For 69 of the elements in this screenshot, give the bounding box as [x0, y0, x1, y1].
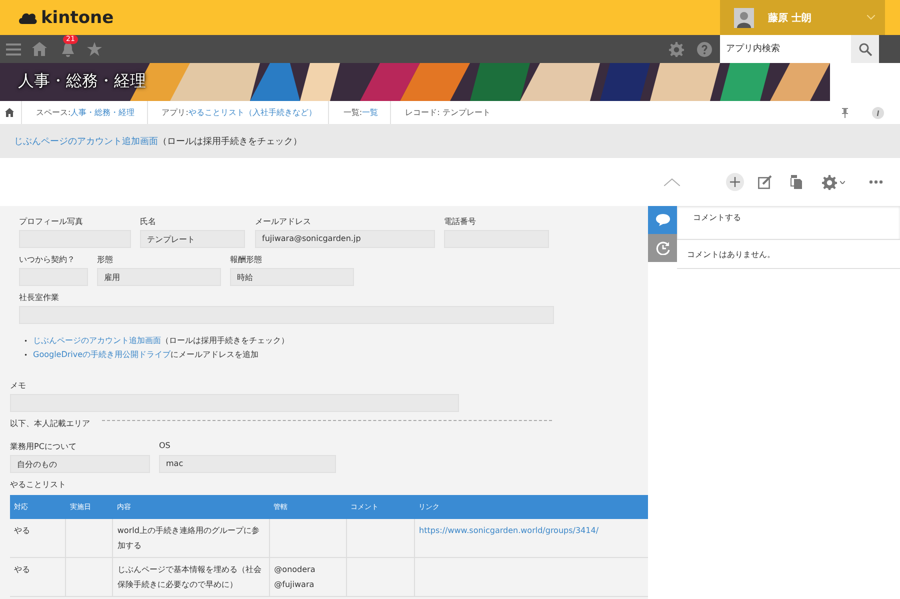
table-link[interactable]: https://www.sonicgarden.world/groups/3414/ — [419, 526, 599, 535]
record-title: じぶんページのアカウント追加画面（ロールは採用手続きをチェック） — [14, 136, 302, 148]
chevron-down-icon — [867, 15, 875, 20]
table-cell: じぶんページで基本情報を埋める（社会保険手続きに必要なので早めに） — [112, 558, 270, 596]
field-label: いつから契約？ — [19, 254, 76, 266]
search-field[interactable]: アプリ内検索 — [720, 35, 851, 63]
history-icon — [656, 241, 670, 255]
table-cell: やる — [10, 558, 66, 596]
table-cell: @onodera @fujiwara — [270, 558, 347, 596]
speech-bubble-icon — [656, 214, 670, 226]
breadcrumb-label: レコード: テンプレート — [405, 107, 490, 118]
side-tab[interactable] — [648, 234, 677, 262]
bell-icon[interactable] — [60, 42, 76, 58]
field-label: 業務用PCについて — [10, 441, 78, 453]
table-title: やることリスト — [10, 479, 67, 491]
field-value: 時給 — [230, 268, 354, 286]
field-label: OS — [159, 441, 172, 452]
field-value: fujiwara@sonicgarden.jp — [255, 230, 435, 248]
breadcrumb-label: スペース: — [36, 107, 71, 118]
home-icon[interactable] — [5, 108, 14, 117]
field-label: 氏名 — [140, 216, 157, 228]
field-value: mac — [159, 455, 336, 473]
note-link[interactable]: じぶんページのアカウント追加画面 — [33, 336, 161, 345]
search-icon — [858, 42, 872, 56]
caret-icon[interactable] — [840, 180, 845, 184]
edit-icon[interactable] — [758, 175, 772, 189]
breadcrumb-label: アプリ: — [162, 107, 188, 118]
field-label: 報酬形態 — [230, 254, 263, 266]
breadcrumb-link[interactable]: 人事・総務・経理 — [70, 107, 135, 118]
table-cell: やる — [10, 519, 66, 558]
field-label: 電話番号 — [444, 216, 477, 228]
settings-icon[interactable] — [822, 174, 837, 190]
avatar-icon — [734, 8, 754, 28]
breadcrumb-label: 一覧: — [343, 107, 362, 118]
add-icon[interactable] — [726, 173, 744, 191]
field-label: メールアドレス — [255, 216, 312, 228]
empty-message: コメントはありません。 — [687, 248, 775, 260]
logo-text[interactable]: kintone — [41, 8, 114, 28]
record-link[interactable]: じぶんページのアカウント追加画面 — [14, 136, 158, 146]
user-name: 藤原 士朗 — [768, 11, 812, 24]
breadcrumb-link[interactable]: 一覧 — [362, 107, 378, 118]
table-cell: world上の手続き連絡用のグループに参加する — [112, 519, 270, 558]
breadcrumb-link[interactable]: やることリスト（入社手続きなど） — [188, 107, 316, 118]
field-label: メモ — [10, 380, 27, 392]
field-value: 雇用 — [97, 268, 221, 286]
table-cell — [66, 519, 113, 558]
more-icon[interactable] — [869, 180, 883, 184]
copy-icon[interactable] — [790, 175, 802, 189]
note-text: GoogleDriveの手続き用公開ドライブにメールアドレスを追加 — [33, 350, 259, 359]
settings-icon[interactable] — [669, 42, 684, 56]
user-menu[interactable]: 藤原 士朗 — [720, 0, 885, 35]
pin-icon[interactable] — [842, 108, 848, 118]
cloud-icon — [18, 10, 38, 24]
note-link[interactable]: GoogleDriveの手続き用公開ドライブ — [33, 350, 171, 359]
section-heading: 以下、本人記載エリア — [10, 418, 90, 429]
search-button[interactable] — [851, 35, 879, 63]
side-tab[interactable] — [648, 206, 677, 234]
menu-icon[interactable] — [6, 42, 21, 56]
comment-field[interactable]: コメントする — [677, 206, 900, 240]
info-icon[interactable] — [872, 106, 884, 118]
field-value: 自分のもの — [10, 455, 150, 473]
field-label: プロフィール写真 — [19, 216, 84, 228]
chevron-up-icon[interactable] — [664, 178, 680, 186]
note-text: じぶんページのアカウント追加画面（ロールは採用手続きをチェック） — [33, 336, 289, 345]
field-label: 形態 — [97, 254, 114, 266]
field-label: 社長室作業 — [19, 292, 60, 304]
help-icon[interactable] — [697, 42, 712, 56]
star-icon[interactable] — [87, 42, 102, 56]
field-value: テンプレート — [140, 230, 245, 248]
